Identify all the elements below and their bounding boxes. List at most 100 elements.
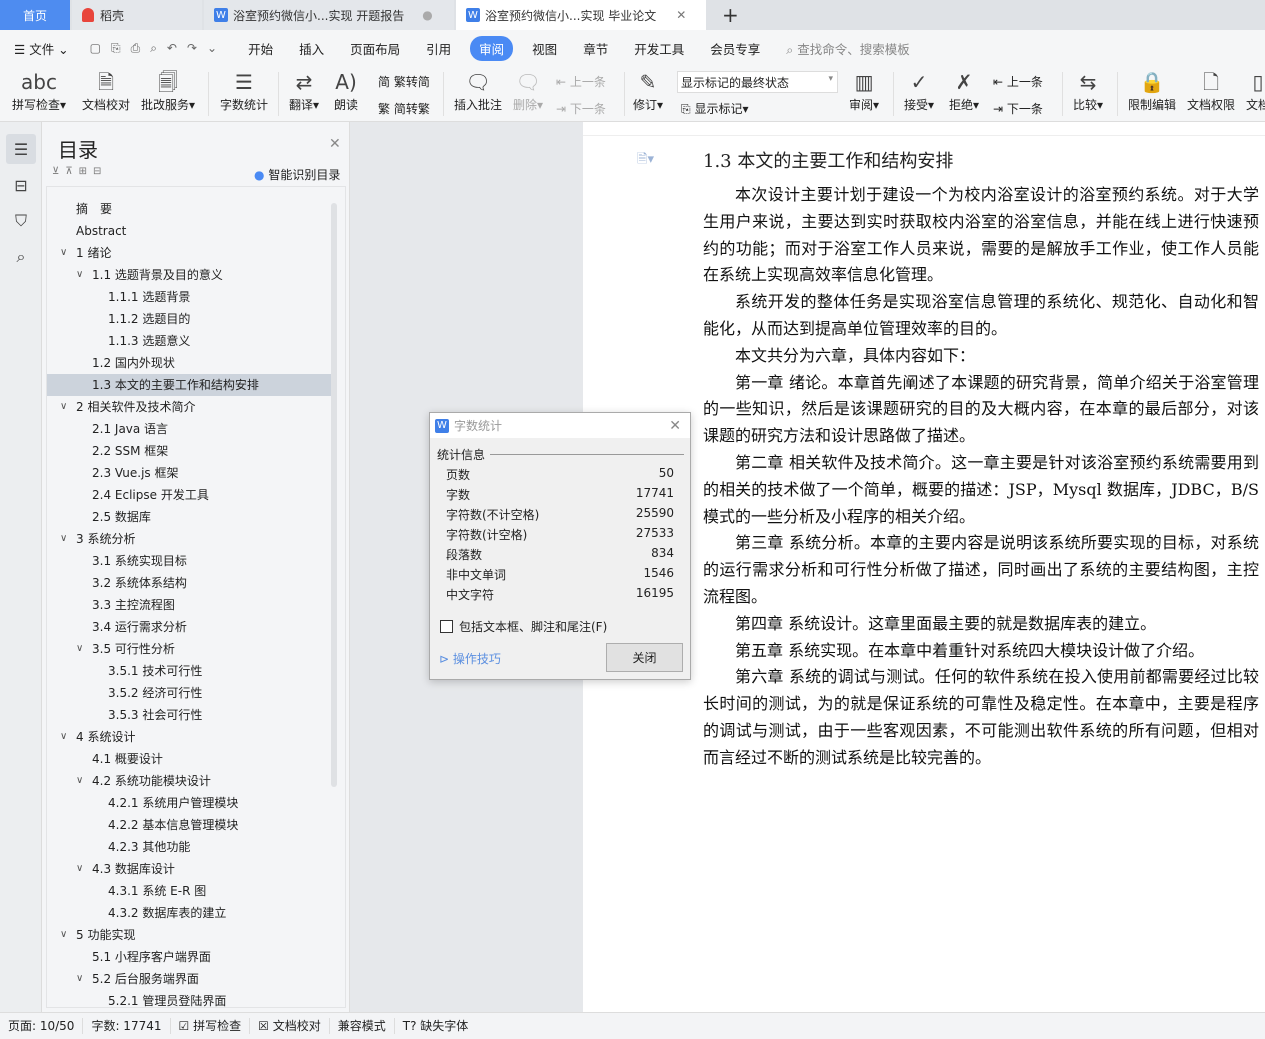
smart-toc-button[interactable]: ● 智能识别目录 <box>254 166 340 183</box>
toc-item[interactable]: 3.5.1 技术可行性 <box>47 660 331 682</box>
toc-item[interactable]: 4.2.2 基本信息管理模块 <box>47 814 331 836</box>
toc-item[interactable]: ∨ 4.3 数据库设计 <box>47 858 331 880</box>
track-changes-button[interactable]: ✎ 修订▾ <box>633 68 663 113</box>
insert-comment-button[interactable]: 🗨 插入批注 <box>454 68 502 113</box>
menu-view[interactable]: 视图 <box>532 39 557 58</box>
close-icon[interactable]: ✕ <box>669 418 681 434</box>
tab-home[interactable]: 首页 <box>0 0 70 30</box>
s2t-button[interactable]: 繁 简转繁 <box>378 100 430 117</box>
reject-button[interactable]: ✗ 拒绝▾ <box>949 68 979 113</box>
chapter-nav-icon[interactable]: ⊟ <box>6 170 36 200</box>
chevron-down-icon[interactable]: ∨ <box>60 924 67 946</box>
checkbox-icon[interactable] <box>440 620 453 633</box>
toc-item[interactable]: ∨ 4 系统设计 <box>47 726 331 748</box>
toc-item[interactable]: 2.3 Vue.js 框架 <box>47 462 331 484</box>
chevron-down-icon[interactable]: ∨ <box>60 726 67 748</box>
missing-font-status[interactable]: T? 缺失字体 <box>395 1018 477 1034</box>
menu-member[interactable]: 会员专享 <box>710 39 760 58</box>
restrict-edit-button[interactable]: 🔒 限制编辑 <box>1128 68 1176 113</box>
toc-item[interactable]: 3.5.3 社会可行性 <box>47 704 331 726</box>
toc-item[interactable]: 3.4 运行需求分析 <box>47 616 331 638</box>
tab-doc-proposal[interactable]: W 浴室预约微信小...实现 开题报告 ● <box>204 0 454 30</box>
toc-item[interactable]: ∨ 5 功能实现 <box>47 924 331 946</box>
doc-permission-button[interactable]: 🗋 文档权限 <box>1187 68 1235 113</box>
close-icon[interactable]: ✕ <box>329 136 341 152</box>
toc-item[interactable]: 1.1.2 选题目的 <box>47 308 331 330</box>
toc-item[interactable]: ∨ 5.2 后台服务端界面 <box>47 968 331 990</box>
toc-item[interactable]: 5.2.1 管理员登陆界面 <box>47 990 331 1007</box>
menu-developer[interactable]: 开发工具 <box>634 39 684 58</box>
toc-item[interactable]: 2.4 Eclipse 开发工具 <box>47 484 331 506</box>
spell-check-button[interactable]: abc 拼写检查▾ <box>12 68 66 113</box>
chevron-down-icon[interactable]: ∨ <box>76 968 83 990</box>
toc-icon[interactable]: ☰ <box>6 134 36 164</box>
next-comment-button[interactable]: ⇥ 下一条 <box>556 100 606 117</box>
file-menu[interactable]: ☰ 文件 ⌄ <box>14 39 69 58</box>
prev-comment-button[interactable]: ⇤ 上一条 <box>556 73 606 90</box>
chevron-down-icon[interactable]: ∨ <box>60 396 67 418</box>
word-count-status[interactable]: 字数: 17741 <box>83 1018 171 1034</box>
translate-button[interactable]: ⇄ 翻译▾ <box>289 68 319 113</box>
new-tab-button[interactable]: + <box>712 0 749 30</box>
toc-item[interactable]: 4.1 概要设计 <box>47 748 331 770</box>
chevron-down-icon[interactable]: ∨ <box>76 638 83 660</box>
include-textbox-checkbox[interactable]: 包括文本框、脚注和尾注(F) <box>440 618 607 635</box>
paragraph-icon[interactable]: 🗎▾ <box>637 150 654 172</box>
toc-item[interactable]: 摘 要 <box>47 198 331 220</box>
tab-doc-thesis[interactable]: W 浴室预约微信小...实现 毕业论文 ✕ <box>456 0 706 30</box>
delete-comment-button[interactable]: 🗨 删除▾ <box>513 68 543 113</box>
tab-daoke[interactable]: 稻壳 <box>72 0 202 30</box>
accept-button[interactable]: ✓ 接受▾ <box>904 68 934 113</box>
tips-link[interactable]: ⊳ 操作技巧 <box>439 650 501 667</box>
menu-reference[interactable]: 引用 <box>426 39 451 58</box>
compare-button[interactable]: ⇆ 比较▾ <box>1073 68 1103 113</box>
word-count-button[interactable]: ☰ 字数统计 <box>220 68 268 113</box>
toc-item[interactable]: 1.1.1 选题背景 <box>47 286 331 308</box>
chevron-down-icon[interactable]: ∨ <box>76 858 83 880</box>
spell-check-status[interactable]: ☑ 拼写检查 <box>171 1018 251 1034</box>
toc-item[interactable]: ∨ 1.1 选题背景及目的意义 <box>47 264 331 286</box>
toc-item[interactable]: 1.2 国内外现状 <box>47 352 331 374</box>
quick-access-icons[interactable]: ▢⎘⎙⌕↶↷⌄ <box>90 41 227 56</box>
read-aloud-button[interactable]: A) 朗读 <box>334 68 358 113</box>
toc-item[interactable]: 4.2.1 系统用户管理模块 <box>47 792 331 814</box>
show-marks-button[interactable]: ⎘ 显示标记▾ <box>681 100 748 117</box>
command-search[interactable]: ⌕ 查找命令、搜索模板 <box>786 39 910 58</box>
toc-item[interactable]: 4.3.2 数据库表的建立 <box>47 902 331 924</box>
toc-item[interactable]: ∨ 4.2 系统功能模块设计 <box>47 770 331 792</box>
toc-item[interactable]: 2.2 SSM 框架 <box>47 440 331 462</box>
bookmark-icon[interactable]: ⛉ <box>6 206 36 236</box>
more-button[interactable]: ▯ 文档 <box>1246 68 1265 113</box>
chevron-down-icon[interactable]: ∨ <box>76 264 83 286</box>
menu-start[interactable]: 开始 <box>248 39 273 58</box>
markup-display-select[interactable]: 显示标记的最终状态 ▾ <box>677 71 838 93</box>
toc-item[interactable]: 2.1 Java 语言 <box>47 418 331 440</box>
toc-item[interactable]: ∨ 3.5 可行性分析 <box>47 638 331 660</box>
toc-item[interactable]: ∨ 1 绪论 <box>47 242 331 264</box>
page-indicator[interactable]: 页面: 10/50 <box>0 1018 84 1034</box>
search-icon[interactable]: ⌕ <box>6 242 36 272</box>
menu-review[interactable]: 审阅 <box>470 35 514 61</box>
toc-item[interactable]: ∨ 2 相关软件及技术简介 <box>47 396 331 418</box>
menu-chapter[interactable]: 章节 <box>583 39 608 58</box>
menu-layout[interactable]: 页面布局 <box>350 39 400 58</box>
scrollbar[interactable] <box>331 203 337 787</box>
prev-change-button[interactable]: ⇤ 上一条 <box>993 73 1043 90</box>
toc-item[interactable]: ∨ 3 系统分析 <box>47 528 331 550</box>
toc-item[interactable]: 3.5.2 经济可行性 <box>47 682 331 704</box>
toc-item[interactable]: 2.5 数据库 <box>47 506 331 528</box>
close-button[interactable]: 关闭 <box>606 643 683 672</box>
proofread-status[interactable]: ☒ 文档校对 <box>250 1018 330 1034</box>
close-icon[interactable]: ✕ <box>676 8 686 22</box>
toc-item[interactable]: 4.2.3 其他功能 <box>47 836 331 858</box>
toc-item[interactable]: Abstract <box>47 220 331 242</box>
toc-item[interactable]: 5.1 小程序客户端界面 <box>47 946 331 968</box>
chevron-down-icon[interactable]: ∨ <box>60 528 67 550</box>
toc-item[interactable]: 1.3 本文的主要工作和结构安排 <box>47 374 331 396</box>
review-service-button[interactable]: 🗐 批改服务▾ <box>141 68 195 113</box>
chevron-down-icon[interactable]: ∨ <box>60 242 67 264</box>
toc-item[interactable]: 1.1.3 选题意义 <box>47 330 331 352</box>
menu-insert[interactable]: 插入 <box>299 39 324 58</box>
toc-item[interactable]: 4.3.1 系统 E-R 图 <box>47 880 331 902</box>
next-change-button[interactable]: ⇥ 下一条 <box>993 100 1043 117</box>
